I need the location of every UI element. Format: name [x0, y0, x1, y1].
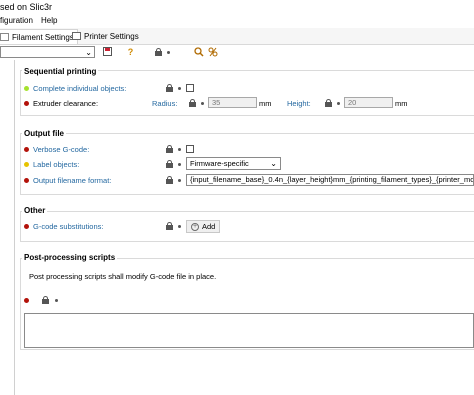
mode-expert-dot-icon	[24, 101, 29, 106]
height-input[interactable]: 20	[344, 97, 393, 108]
lock-icon[interactable]	[325, 99, 332, 107]
printer-icon	[72, 32, 81, 40]
filename-format-row-label: Output filename format:	[24, 176, 111, 185]
lock-icon[interactable]	[166, 84, 173, 92]
plus-icon: +	[191, 222, 199, 231]
complete-objects-checkbox[interactable]	[186, 84, 194, 92]
bullet-icon[interactable]	[178, 148, 181, 151]
post-processing-note: Post processing scripts shall modify G-c…	[29, 272, 217, 281]
complete-objects-row-label: Complete individual objects:	[24, 84, 126, 93]
extruder-clearance-row-label: Extruder clearance:	[24, 99, 98, 108]
label-objects-row-label: Label objects:	[24, 160, 79, 169]
label-objects-label: Label objects:	[33, 160, 80, 169]
mode-expert-dot-icon	[24, 298, 29, 303]
gcode-substitutions-row-label: G-code substitutions:	[24, 222, 103, 231]
radius-label: Radius:	[152, 99, 178, 108]
window-title: sed on Slic3r	[0, 2, 53, 12]
mode-simple-dot-icon	[24, 86, 29, 91]
section-title-sequential: Sequential printing	[22, 67, 99, 76]
lock-icon[interactable]	[189, 99, 196, 107]
lock-icon[interactable]	[155, 48, 162, 56]
tab-printer-settings[interactable]: Printer Settings	[69, 29, 142, 43]
mode-expert-dot-icon	[24, 224, 29, 229]
bullet-icon[interactable]	[167, 51, 170, 54]
tab-filament-label: Filament Settings	[12, 32, 74, 42]
section-title-post-processing: Post-processing scripts	[22, 253, 118, 262]
filament-icon	[0, 33, 9, 41]
left-panel	[0, 60, 15, 395]
label-objects-value: Firmware-specific	[190, 159, 249, 168]
chevron-down-icon: ⌄	[85, 48, 92, 57]
bullet-icon[interactable]	[178, 163, 181, 166]
menu-help[interactable]: Help	[41, 16, 57, 25]
post-processing-scripts-textarea[interactable]	[24, 313, 474, 348]
verbose-gcode-row-label: Verbose G-code:	[24, 145, 89, 154]
height-label: Height:	[287, 99, 311, 108]
bullet-icon[interactable]	[337, 102, 340, 105]
bullet-icon[interactable]	[178, 87, 181, 90]
preset-toolbar: ⌄ ?	[0, 44, 474, 60]
lock-icon[interactable]	[166, 222, 173, 230]
verbose-gcode-checkbox[interactable]	[186, 145, 194, 153]
search-icon[interactable]	[193, 46, 204, 57]
extruder-clearance-label: Extruder clearance:	[33, 99, 99, 108]
preset-select[interactable]: ⌄	[0, 46, 95, 58]
lock-icon[interactable]	[166, 145, 173, 153]
lock-icon[interactable]	[166, 176, 173, 184]
add-substitution-button[interactable]: + Add	[186, 220, 221, 233]
bullet-icon[interactable]	[201, 102, 204, 105]
radius-unit: mm	[259, 99, 272, 108]
sequential-printing-group	[20, 70, 474, 116]
question-icon[interactable]: ?	[125, 46, 136, 57]
filename-format-label: Output filename format:	[33, 176, 112, 185]
mode-expert-dot-icon	[24, 147, 29, 152]
lock-icon[interactable]	[42, 296, 49, 304]
title-bar: sed on Slic3r	[0, 0, 474, 14]
section-title-output: Output file	[22, 129, 66, 138]
complete-objects-label: Complete individual objects:	[33, 84, 127, 93]
filename-format-input[interactable]: {input_filename_base}_0.4n_{layer_height…	[186, 174, 474, 186]
bullet-icon[interactable]	[178, 179, 181, 182]
bullet-icon[interactable]	[178, 225, 181, 228]
label-objects-select[interactable]: Firmware-specific ⌄	[186, 157, 281, 170]
menu-bar: figuration Help	[0, 14, 474, 27]
gcode-substitutions-label: G-code substitutions:	[33, 222, 104, 231]
compare-presets-icon[interactable]	[207, 46, 218, 57]
menu-configuration[interactable]: figuration	[0, 16, 33, 25]
mode-advanced-dot-icon	[24, 162, 29, 167]
tab-filament-settings[interactable]: Filament Settings	[0, 29, 78, 44]
add-button-label: Add	[202, 222, 216, 231]
section-title-other: Other	[22, 206, 48, 215]
verbose-gcode-label: Verbose G-code:	[33, 145, 90, 154]
bullet-icon[interactable]	[55, 299, 58, 302]
radius-input[interactable]: 35	[208, 97, 257, 108]
mode-expert-dot-icon	[24, 178, 29, 183]
tab-printer-label: Printer Settings	[84, 31, 139, 41]
height-unit: mm	[395, 99, 408, 108]
save-preset-icon[interactable]	[102, 46, 113, 57]
tab-bar: Filament Settings Printer Settings	[0, 28, 474, 45]
lock-icon[interactable]	[166, 160, 173, 168]
chevron-down-icon: ⌄	[270, 159, 277, 168]
